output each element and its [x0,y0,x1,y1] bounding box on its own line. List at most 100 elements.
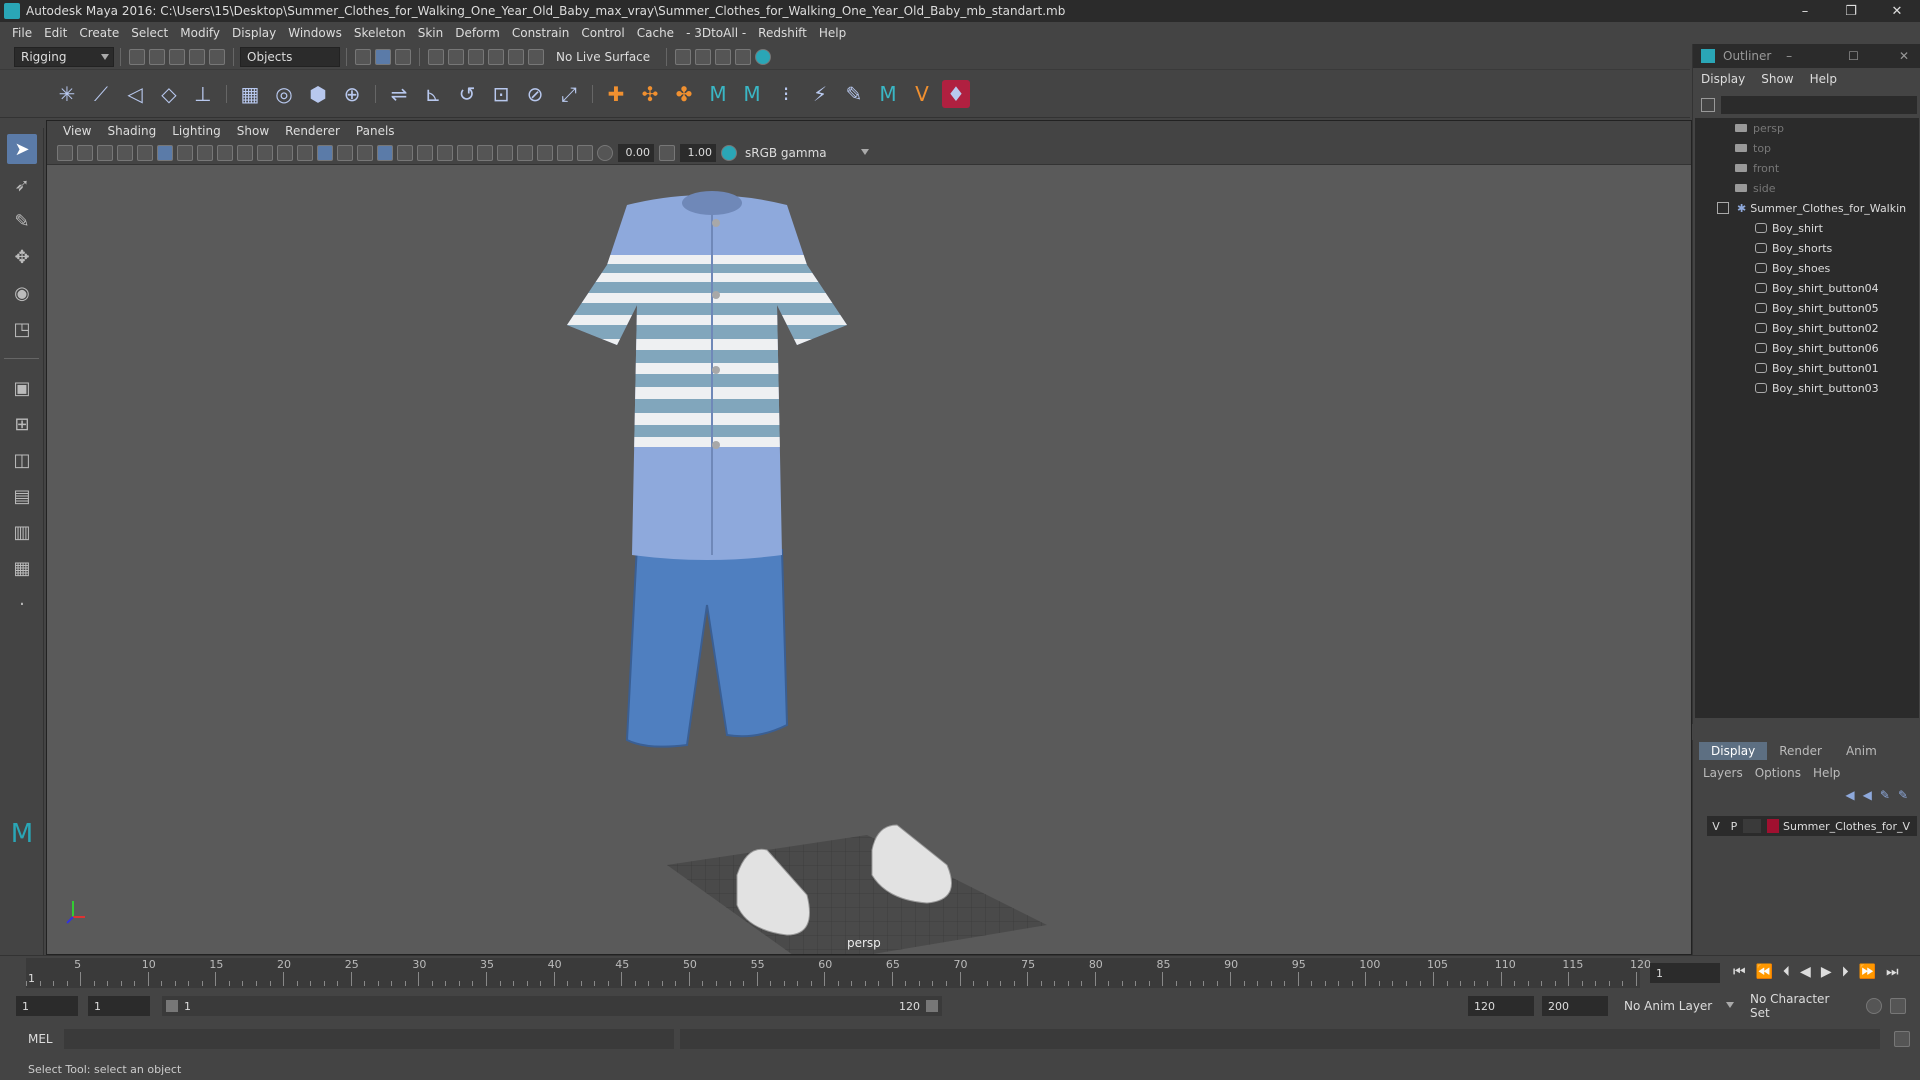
step-forward-key-icon[interactable]: ⏩ [1859,964,1876,980]
script-icon[interactable]: ♦ [942,79,970,108]
gamma-field[interactable]: 1.00 [680,143,716,162]
snap-curve-icon[interactable] [448,48,464,65]
freeze-icon[interactable]: ⚡ [806,80,834,108]
ik-fk-icon[interactable]: ✤ [670,80,698,108]
play-back-icon[interactable]: ◀ [1800,964,1811,980]
parent-constraint-icon[interactable]: ⇌ [385,80,413,108]
live-surface-label[interactable]: No Live Surface [556,50,650,64]
outliner-item-side[interactable]: side [1695,178,1919,198]
outliner-minimize-icon[interactable]: – [1786,49,1792,63]
colorspace-dropdown[interactable]: sRGB gamma [739,142,873,163]
scale-constraint-icon[interactable]: ⊡ [487,80,515,108]
select-tool-icon[interactable]: ➤ [7,134,37,164]
command-input[interactable] [64,1029,674,1049]
aim-constraint-icon[interactable]: ⊘ [521,80,549,108]
motion-blur-icon[interactable] [457,144,473,161]
smooth-shade-icon[interactable] [317,144,333,161]
snap-grid-icon[interactable] [428,48,444,65]
camera-select-icon[interactable] [57,144,73,161]
render-settings-icon[interactable] [735,48,752,65]
minimize-icon[interactable]: – [1782,4,1828,19]
menu-help[interactable]: Help [819,26,846,40]
outliner-maximize-icon[interactable]: ☐ [1848,49,1859,63]
paint-icon[interactable]: ✎ [840,80,868,108]
new-scene-icon[interactable] [129,48,145,65]
outliner-menu-help[interactable]: Help [1810,72,1837,86]
scale-tool-icon[interactable]: ◳ [7,314,37,344]
playback-start-field[interactable]: 1 [88,996,150,1016]
bookmark-icon[interactable] [97,144,113,161]
step-back-key-icon[interactable]: ⏪ [1756,964,1773,980]
textured-icon[interactable] [377,144,393,161]
ik-handle-icon[interactable]: ⟋ [87,80,115,108]
maximize-icon[interactable]: ❐ [1828,4,1874,19]
snap-edge-icon[interactable] [528,48,544,65]
vp-menu-panels[interactable]: Panels [356,124,395,138]
layer-menu-options[interactable]: Options [1749,764,1807,782]
render-view-icon[interactable] [675,48,692,65]
grid-toggle-icon[interactable] [157,144,173,161]
character-set-dropdown[interactable]: No Character Set [1744,992,1856,1020]
single-view-icon[interactable]: ▣ [7,373,37,403]
outliner-menu-show[interactable]: Show [1761,72,1793,86]
insert-joint-icon[interactable]: ◇ [155,80,183,108]
exposure-icon[interactable] [597,144,613,161]
new-layer-selected-icon[interactable]: ✎ [1898,788,1908,802]
anti-alias-icon[interactable] [477,144,493,161]
boy-shirt[interactable] [547,191,867,560]
outliner-item-child[interactable]: Boy_shoes [1695,258,1919,278]
outliner-item-child[interactable]: Boy_shirt_button05 [1695,298,1919,318]
gate-mask-icon[interactable] [217,144,233,161]
select-object-icon[interactable] [375,48,391,65]
outliner-layout-icon[interactable]: ▤ [7,481,37,511]
anim-start-field[interactable]: 1 [16,996,78,1016]
menu-create[interactable]: Create [79,26,119,40]
locator-icon[interactable]: ✚ [602,80,630,108]
screen-ao-icon[interactable] [437,144,453,161]
outliner-item-child[interactable]: Boy_shirt_button01 [1695,358,1919,378]
redo-icon[interactable] [209,48,225,65]
layer-row[interactable]: V P Summer_Clothes_for_V [1707,816,1917,836]
four-view-icon[interactable]: ⊞ [7,409,37,439]
menu-windows[interactable]: Windows [288,26,342,40]
ipr-render-icon[interactable] [715,48,732,65]
snap-point-icon[interactable] [468,48,484,65]
menu-cache[interactable]: Cache [637,26,674,40]
vp-menu-show[interactable]: Show [237,124,269,138]
outliner-filter-icon[interactable] [1701,98,1715,112]
outliner-close-icon[interactable]: ✕ [1899,49,1909,63]
range-handle-start[interactable] [166,1000,178,1012]
save-scene-icon[interactable] [169,48,185,65]
paint-select-icon[interactable]: ✎ [7,206,37,236]
outliner-menu-display[interactable]: Display [1701,72,1745,86]
outliner-item-front[interactable]: front [1695,158,1919,178]
outliner-search-field[interactable] [1721,96,1917,114]
lasso-tool-icon[interactable]: ➶ [7,170,37,200]
film-gate-icon[interactable] [177,144,193,161]
new-layer-icon[interactable]: ✎ [1880,788,1890,802]
layer-color-swatch[interactable] [1767,819,1779,833]
menu-skeleton[interactable]: Skeleton [354,26,406,40]
scene-view[interactable] [47,165,1691,954]
backface-icon[interactable] [577,144,593,161]
menu-redshift[interactable]: Redshift [758,26,807,40]
move-tool-icon[interactable]: ✥ [7,242,37,272]
maya-icon-1[interactable]: M [704,80,732,108]
tab-display[interactable]: Display [1699,742,1768,760]
dof-icon[interactable] [497,144,513,161]
vp-menu-lighting[interactable]: Lighting [172,124,221,138]
xray-icon[interactable] [537,144,553,161]
rotate-tool-icon[interactable]: ◉ [7,278,37,308]
gamma-icon[interactable] [659,144,675,161]
step-back-frame-icon[interactable]: ⏴ [1783,964,1790,980]
exposure-field[interactable]: 0.00 [618,143,654,162]
layer-playback-toggle[interactable]: P [1725,820,1743,833]
ik-spline-icon[interactable]: ◁ [121,80,149,108]
pole-vector-icon[interactable]: ⤢ [555,80,583,108]
outliner-item-child[interactable]: Boy_shirt_button02 [1695,318,1919,338]
vp-menu-renderer[interactable]: Renderer [285,124,340,138]
boy-shorts[interactable] [625,544,789,748]
outliner-item-child[interactable]: Boy_shirt_button06 [1695,338,1919,358]
lattice-icon[interactable]: ⬢ [304,80,332,108]
snap-surface-icon[interactable] [508,48,524,65]
